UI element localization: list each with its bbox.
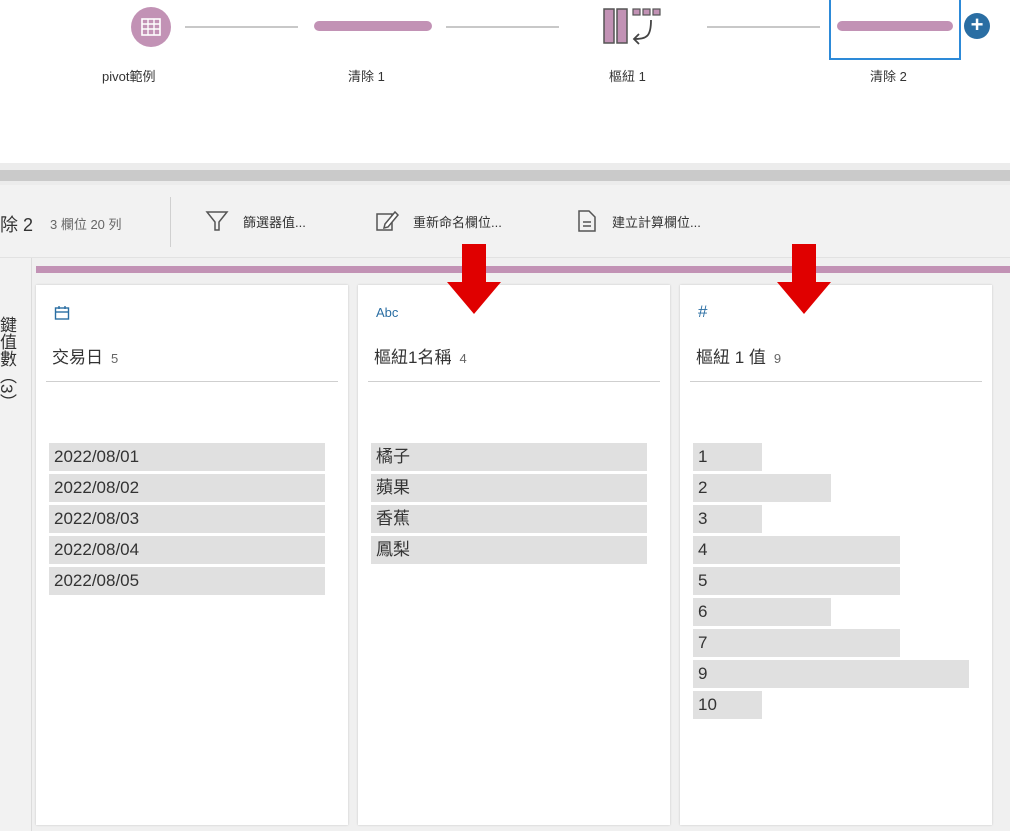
clean-step-bar bbox=[837, 21, 953, 31]
distinct-count: 5 bbox=[111, 351, 119, 366]
rename-field-button[interactable]: 重新命名欄位... bbox=[375, 207, 502, 235]
value-bars: 2022/08/01 2022/08/02 2022/08/03 2022/08/04… bbox=[49, 443, 325, 598]
value-bar[interactable]: 香蕉 bbox=[371, 505, 647, 533]
value-bar[interactable]: 橘子 bbox=[371, 443, 647, 471]
profile-accent-bar bbox=[36, 266, 1010, 273]
distinct-count: 4 bbox=[459, 351, 467, 366]
calendar-icon bbox=[54, 305, 70, 324]
collapsed-side-panel[interactable]: 鍵值數（3） bbox=[0, 258, 32, 831]
field-name-text: 樞紐1名稱 bbox=[374, 348, 452, 367]
flow-node-input[interactable] bbox=[131, 7, 171, 47]
value-bar[interactable]: 1 bbox=[693, 443, 762, 471]
value-bar[interactable]: 6 bbox=[693, 598, 831, 626]
string-abc-icon: Abc bbox=[376, 305, 399, 320]
red-arrow-annotation bbox=[447, 244, 501, 314]
field-name[interactable]: 交易日 5 bbox=[52, 343, 118, 368]
flow-node-clean-2-selected[interactable] bbox=[829, 0, 961, 60]
flow-node-label: 清除 2 bbox=[870, 69, 907, 84]
field-name-text: 樞紐 1 值 bbox=[696, 348, 766, 367]
flow-node-pivot[interactable] bbox=[603, 6, 663, 46]
profile-card-pivot-names[interactable]: Abc 樞紐1名稱 4 橘子蘋果香蕉鳳梨 bbox=[358, 285, 670, 825]
flow-connector bbox=[185, 26, 298, 28]
flow-pane: pivot範例 清除 1 樞紐 1 清除 2 + bbox=[0, 0, 1010, 163]
filter-values-label: 篩選器值... bbox=[243, 214, 306, 230]
profile-card-transaction-date[interactable]: 交易日 5 2022/08/01 2022/08/02 2022/08/03 2022/… bbox=[36, 285, 348, 825]
toolbar-divider bbox=[170, 197, 171, 247]
value-bar[interactable]: 9 bbox=[693, 660, 969, 688]
pane-splitter-handle[interactable] bbox=[0, 170, 1010, 181]
card-divider bbox=[46, 381, 338, 382]
add-step-button[interactable]: + bbox=[964, 13, 990, 39]
table-grid-icon bbox=[141, 18, 161, 36]
rename-field-label: 重新命名欄位... bbox=[413, 214, 502, 230]
flow-node-label: 清除 1 bbox=[348, 69, 385, 84]
flow-node-label: 樞紐 1 bbox=[609, 69, 646, 84]
step-title: 除 2 bbox=[0, 215, 34, 235]
flow-connector bbox=[707, 26, 820, 28]
value-bar[interactable]: 2 bbox=[693, 474, 831, 502]
field-name[interactable]: 樞紐1名稱 4 bbox=[374, 343, 467, 368]
value-bar[interactable]: 鳳梨 bbox=[371, 536, 647, 564]
pivot-icon bbox=[603, 8, 661, 45]
flow-node-label: pivot範例 bbox=[102, 69, 156, 84]
value-bar[interactable]: 2022/08/01 bbox=[49, 443, 325, 471]
step-meta: 3 欄位 20 列 bbox=[50, 217, 122, 232]
field-name[interactable]: 樞紐 1 值 9 bbox=[696, 343, 781, 368]
value-bar[interactable]: 2022/08/03 bbox=[49, 505, 325, 533]
value-bar[interactable]: 7 bbox=[693, 629, 900, 657]
value-bars: 1 2 3 4 5 6 7 9 10 bbox=[693, 443, 969, 722]
profile-toolbar: 除 2 3 欄位 20 列 篩選器值... 重新命名欄位... 建立計算欄位..… bbox=[0, 185, 1010, 258]
field-name-text: 交易日 bbox=[52, 348, 103, 367]
value-bar[interactable]: 蘋果 bbox=[371, 474, 647, 502]
edit-icon bbox=[376, 210, 399, 231]
create-calculated-field-label: 建立計算欄位... bbox=[612, 214, 701, 230]
profile-card-pivot-values[interactable]: # 樞紐 1 值 9 1 2 3 4 5 6 7 9 10 bbox=[680, 285, 992, 825]
card-divider bbox=[690, 381, 982, 382]
filter-values-button[interactable]: 篩選器值... bbox=[205, 207, 306, 235]
create-calculated-field-button[interactable]: 建立計算欄位... bbox=[576, 207, 701, 235]
side-panel-label: 鍵值數（3） bbox=[0, 316, 16, 411]
value-bar[interactable]: 4 bbox=[693, 536, 900, 564]
value-bar[interactable]: 3 bbox=[693, 505, 762, 533]
number-hash-icon: # bbox=[698, 302, 708, 321]
distinct-count: 9 bbox=[773, 351, 782, 366]
flow-connector bbox=[446, 26, 559, 28]
red-arrow-annotation bbox=[777, 244, 831, 314]
filter-icon bbox=[205, 211, 229, 231]
value-bars: 橘子 蘋果 香蕉 鳳梨 bbox=[371, 443, 647, 567]
value-bar[interactable]: 2022/08/04 bbox=[49, 536, 325, 564]
value-bar[interactable]: 5 bbox=[693, 567, 900, 595]
calculated-field-icon bbox=[578, 210, 596, 232]
value-bar[interactable]: 2022/08/05 bbox=[49, 567, 325, 595]
value-bar[interactable]: 10 bbox=[693, 691, 762, 719]
value-bar[interactable]: 2022/08/02 bbox=[49, 474, 325, 502]
flow-node-clean-1[interactable] bbox=[314, 21, 432, 31]
card-divider bbox=[368, 381, 660, 382]
